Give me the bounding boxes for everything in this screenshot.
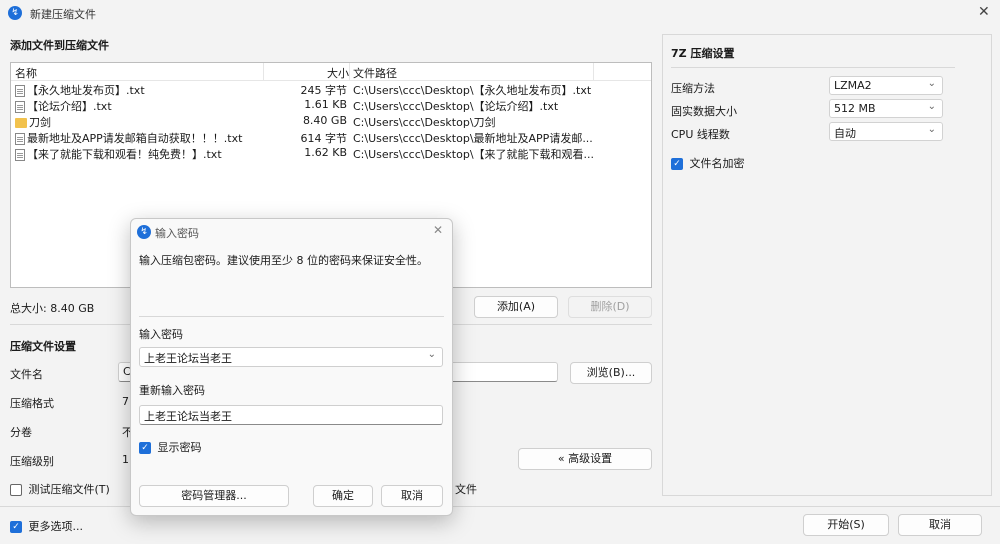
archive-app-icon: ↯ [137,225,151,239]
archive-app-icon: ↯ [8,6,22,20]
test-archive-checkbox[interactable]: 测试压缩文件(T) [10,481,110,497]
sevenz-title: 7Z 压缩设置 [671,47,735,60]
sevenz-settings-panel: 7Z 压缩设置 压缩方法 LZMA2 ⌄ 固实数据大小 512 MB ⌄ CPU… [662,34,992,496]
checkmark-icon: ✓ [10,521,22,533]
file-name: 【永久地址发布页】.txt [27,84,145,97]
file-row[interactable]: 刀剑 8.40 GB C:\Users\ccc\Desktop\刀剑 [11,113,651,129]
show-password-checkbox[interactable]: ✓ 显示密码 [139,439,202,455]
ok-button[interactable]: 确定 [313,485,373,507]
file-size: 245 字节 [300,84,348,97]
delete-after-label: 文件 [455,483,477,496]
checkbox-icon [10,484,22,496]
method-select[interactable]: LZMA2 ⌄ [829,76,943,95]
format-select[interactable]: 7 [122,395,129,408]
folder-icon [15,118,27,128]
dict-size-value: 512 MB [834,102,876,115]
threads-select[interactable]: 自动 ⌄ [829,122,943,141]
show-password-label: 显示密码 [157,441,202,454]
file-path: C:\Users\ccc\Desktop\【论坛介绍】.txt [353,100,559,113]
reenter-password-input[interactable]: 上老王论坛当老王 [139,405,443,425]
reenter-label: 重新输入密码 [139,384,205,397]
file-size: 1.62 KB [304,146,347,159]
start-button[interactable]: 开始(S) [803,514,889,536]
split-label: 分卷 [10,426,32,439]
column-header-name[interactable]: 名称 [15,65,37,81]
encrypt-names-label: 文件名加密 [689,157,745,170]
dict-size-select[interactable]: 512 MB ⌄ [829,99,943,118]
dict-size-label: 固实数据大小 [671,105,737,118]
checkmark-icon: ✓ [139,442,151,454]
file-size: 1.61 KB [304,98,347,111]
file-size: 614 字节 [300,132,348,145]
browse-button[interactable]: 浏览(B)... [570,362,652,384]
file-list-header: 名称 大小 文件路径 [11,63,651,81]
file-name: 最新地址及APP请发邮箱自动获取！！！.txt [27,132,243,145]
filename-label: 文件名 [10,368,43,381]
password-dialog: ↯ 输入密码 ✕ 输入压缩包密码。建议使用至少 8 位的密码来保证安全性。 输入… [130,218,453,516]
file-path: C:\Users\ccc\Desktop\刀剑 [353,116,496,129]
dialog-title: 输入密码 [155,227,199,240]
total-size-label: 总大小: 8.40 GB [10,302,95,315]
column-header-size[interactable]: 大小 [327,65,349,81]
chevron-down-icon: ⌄ [427,349,436,360]
file-path: C:\Users\ccc\Desktop\【来了就能下载和观看... [353,148,593,161]
file-row[interactable]: 【论坛介绍】.txt 1.61 KB C:\Users\ccc\Desktop\… [11,97,651,113]
advanced-settings-button[interactable]: « 高级设置 [518,448,652,470]
file-icon [15,133,25,145]
format-label: 压缩格式 [10,397,54,410]
window-title: 新建压缩文件 [30,8,96,21]
file-size: 8.40 GB [302,114,347,127]
file-row[interactable]: 【永久地址发布页】.txt 245 字节 C:\Users\ccc\Deskto… [11,81,651,97]
more-options-checkbox[interactable]: ✓ 更多选项... [10,518,83,534]
threads-value: 自动 [834,127,856,140]
file-path: C:\Users\ccc\Desktop\【永久地址发布页】.txt [353,84,592,97]
test-archive-label: 测试压缩文件(T) [28,483,110,496]
file-icon [15,149,25,161]
password-input[interactable]: 上老王论坛当老王 ⌄ [139,347,443,367]
file-icon [15,101,25,113]
password-value: 上老王论坛当老王 [144,352,232,365]
file-row[interactable]: 最新地址及APP请发邮箱自动获取！！！.txt 614 字节 C:\Users\… [11,129,651,145]
chevron-down-icon: ⌄ [927,101,936,112]
delete-button[interactable]: 删除(D) [568,296,652,318]
files-section-title: 添加文件到压缩文件 [10,39,109,52]
window-close-icon[interactable]: ✕ [978,4,990,20]
threads-label: CPU 线程数 [671,128,730,141]
encrypt-names-checkbox[interactable]: ✓ 文件名加密 [671,155,745,171]
title-bar: ↯ 新建压缩文件 ✕ [0,0,1000,26]
file-name: 【来了就能下载和观看！纯免费！】.txt [27,148,222,161]
method-label: 压缩方法 [671,82,715,95]
level-select[interactable]: 1 [122,453,129,466]
cancel-button[interactable]: 取消 [898,514,982,536]
level-label: 压缩级别 [10,455,54,468]
dialog-description: 输入压缩包密码。建议使用至少 8 位的密码来保证安全性。 [139,254,428,267]
file-path: C:\Users\ccc\Desktop\最新地址及APP请发邮... [353,132,593,145]
password-manager-button[interactable]: 密码管理器... [139,485,289,507]
file-name: 刀剑 [29,116,51,129]
more-options-label: 更多选项... [28,520,84,533]
add-button[interactable]: 添加(A) [474,296,558,318]
file-row[interactable]: 【来了就能下载和观看！纯免费！】.txt 1.62 KB C:\Users\cc… [11,145,651,161]
password-label: 输入密码 [139,328,183,341]
dialog-close-icon[interactable]: ✕ [433,223,443,237]
file-icon [15,85,25,97]
dialog-cancel-button[interactable]: 取消 [381,485,443,507]
chevron-down-icon: ⌄ [927,124,936,135]
chevron-down-icon: ⌄ [927,78,936,89]
column-header-path[interactable]: 文件路径 [353,65,397,81]
method-value: LZMA2 [834,79,872,92]
checkmark-icon: ✓ [671,158,683,170]
archive-settings-title: 压缩文件设置 [10,340,76,353]
file-name: 【论坛介绍】.txt [27,100,112,113]
